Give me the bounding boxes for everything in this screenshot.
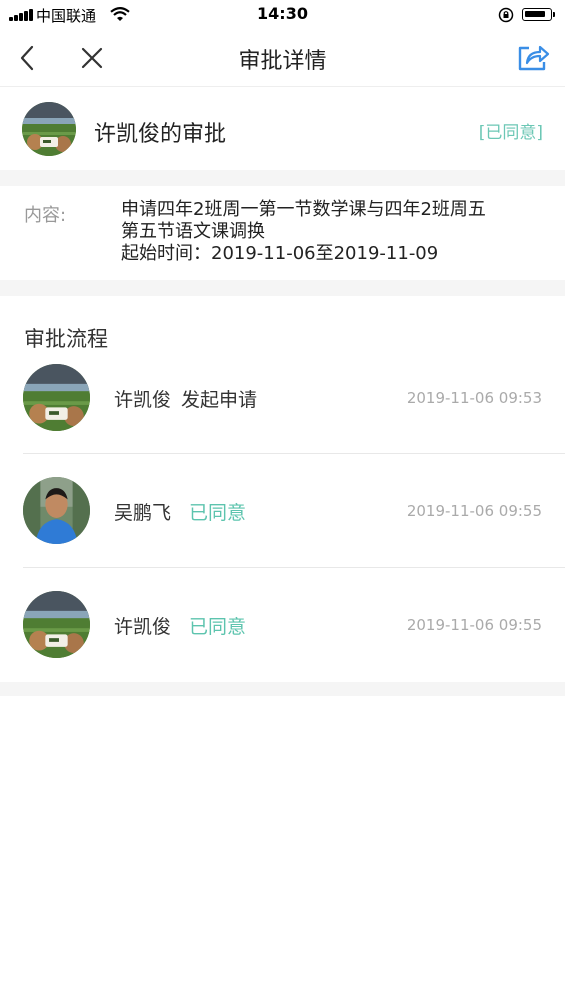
step-person-name: 许凯俊 (114, 616, 172, 638)
request-content: 内容: 申请四年2班周一第一节数学课与四年2班周五 第五节语文课调换 起始时间：… (0, 186, 565, 280)
avatar (22, 102, 76, 156)
share-icon[interactable] (516, 42, 550, 72)
step-person-name: 许凯俊 (114, 389, 172, 411)
step-time: 2019-11-06 09:55 (406, 502, 542, 520)
football-avatar-image (23, 591, 90, 658)
battery-icon (522, 8, 555, 21)
content-label: 内容: (24, 205, 67, 226)
football-avatar-image (22, 102, 76, 156)
step-person-name: 吴鹏飞 (114, 502, 172, 524)
approval-header: 许凯俊的审批 [已同意] (0, 87, 565, 170)
section-divider (0, 280, 565, 296)
content-line-3: 起始时间：2019-11-06至2019-11-09 (121, 243, 439, 264)
applicant-title: 许凯俊的审批 (94, 122, 227, 147)
row-divider (23, 453, 565, 454)
status-badge: [已同意] (478, 123, 543, 143)
page-title: 审批详情 (238, 49, 327, 74)
approval-flow: 审批流程 许凯俊 发起申请 2019-11-06 09:53 吴鹏飞 已同意 2… (0, 296, 565, 682)
orientation-lock-icon (498, 7, 514, 23)
flow-step: 许凯俊 发起申请 2019-11-06 09:53 (0, 354, 565, 468)
avatar (23, 591, 90, 658)
football-avatar-image (23, 364, 90, 431)
step-action: 已同意 (189, 502, 247, 524)
flow-step: 许凯俊 已同意 2019-11-06 09:55 (0, 581, 565, 695)
navigation-bar: 审批详情 (0, 30, 565, 87)
flow-step: 吴鹏飞 已同意 2019-11-06 09:55 (0, 467, 565, 581)
content-line-2: 第五节语文课调换 (121, 221, 265, 242)
flow-title: 审批流程 (24, 327, 108, 351)
row-divider (23, 567, 565, 568)
avatar (23, 477, 90, 544)
section-divider (0, 170, 565, 186)
person-avatar-image (23, 477, 90, 544)
step-action: 已同意 (189, 616, 247, 638)
avatar (23, 364, 90, 431)
step-action: 发起申请 (181, 389, 258, 411)
section-divider (0, 682, 565, 696)
step-time: 2019-11-06 09:55 (406, 616, 542, 634)
status-bar: 中国联通 14:30 (0, 0, 565, 30)
content-line-1: 申请四年2班周一第一节数学课与四年2班周五 (121, 199, 486, 220)
status-time: 14:30 (257, 4, 308, 23)
step-time: 2019-11-06 09:53 (406, 389, 542, 407)
content-text: 申请四年2班周一第一节数学课与四年2班周五 第五节语文课调换 起始时间：2019… (121, 199, 551, 265)
